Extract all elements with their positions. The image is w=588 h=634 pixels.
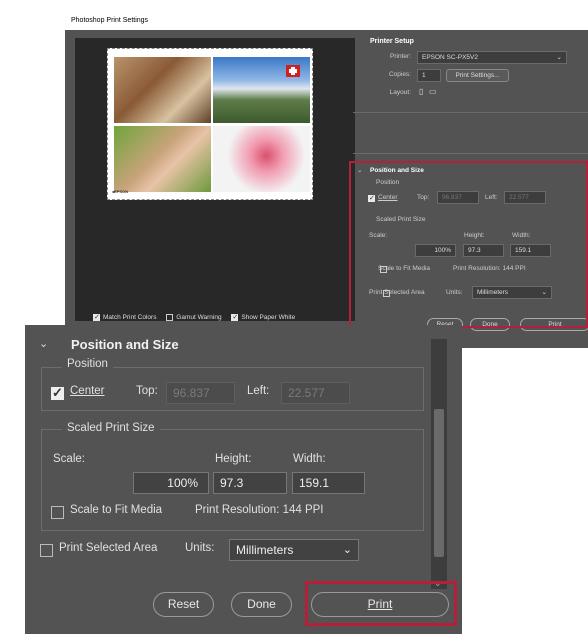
height-input[interactable]: 97.3 bbox=[213, 472, 287, 494]
center-checkbox[interactable] bbox=[51, 385, 64, 401]
printer-value: EPSON SC-PX5V2 bbox=[422, 54, 478, 61]
preview-options: Match Print Colors Gamut Warning Show Pa… bbox=[93, 313, 296, 322]
gamut-warning-label: Gamut Warning bbox=[176, 314, 222, 322]
scale-label: Scale: bbox=[53, 453, 85, 465]
chevron-down-icon: ⌄ bbox=[556, 54, 562, 61]
window-title: Photoshop Print Settings bbox=[65, 12, 588, 30]
top-label: Top: bbox=[136, 385, 158, 397]
gamut-warning-checkbox[interactable] bbox=[166, 314, 174, 321]
printer-label: Printer: bbox=[390, 53, 411, 60]
epson-logo-icon: ◂EPSON bbox=[112, 189, 129, 194]
width-label: Width: bbox=[293, 453, 326, 465]
print-selected-area-label: Print Selected Area bbox=[59, 542, 158, 554]
height-label: Height: bbox=[215, 453, 252, 465]
portrait-layout-icon[interactable]: ▯ bbox=[419, 87, 423, 96]
copies-label: Copies: bbox=[388, 71, 411, 78]
left-label: Left: bbox=[247, 385, 270, 397]
position-and-size-heading: Position and Size bbox=[71, 337, 179, 352]
reset-button[interactable]: Reset bbox=[153, 592, 214, 617]
left-input: 22.577 bbox=[281, 382, 350, 404]
highlight-box-small bbox=[349, 161, 588, 328]
copies-input[interactable]: 1 bbox=[417, 69, 441, 82]
photo-children bbox=[114, 126, 211, 192]
print-preview-area: ◂EPSON bbox=[75, 38, 355, 321]
paper-preview: ◂EPSON bbox=[107, 48, 313, 200]
scale-input[interactable]: 100% bbox=[133, 472, 209, 494]
printer-setup-heading: Printer Setup bbox=[370, 38, 414, 45]
highlight-box-print bbox=[305, 581, 457, 626]
panel-divider bbox=[353, 112, 588, 154]
swiss-flag-icon bbox=[286, 65, 300, 77]
center-label: Center bbox=[70, 385, 105, 397]
top-input: 96.837 bbox=[166, 382, 235, 404]
printer-select[interactable]: EPSON SC-PX5V2 ⌄ bbox=[417, 51, 567, 64]
done-button[interactable]: Done bbox=[231, 592, 292, 617]
photo-flowers bbox=[213, 126, 310, 192]
scale-to-fit-label: Scale to Fit Media bbox=[70, 504, 163, 516]
width-input[interactable]: 159.1 bbox=[292, 472, 365, 494]
units-value: Millimeters bbox=[236, 543, 294, 557]
match-print-colors-label: Match Print Colors bbox=[103, 314, 157, 322]
units-label: Units: bbox=[185, 542, 215, 554]
photo-food bbox=[114, 57, 211, 123]
position-label: Position bbox=[62, 358, 113, 370]
units-select[interactable]: Millimeters ⌄ bbox=[229, 539, 359, 561]
landscape-layout-icon[interactable]: ▭ bbox=[429, 87, 437, 96]
photo-mountain bbox=[213, 57, 310, 123]
chevron-down-icon: ⌄ bbox=[342, 544, 352, 556]
paper-footer: ◂EPSON bbox=[112, 189, 308, 197]
scale-to-fit-checkbox[interactable] bbox=[51, 506, 64, 519]
match-print-colors-checkbox[interactable] bbox=[93, 313, 100, 321]
show-paper-white-checkbox[interactable] bbox=[231, 313, 239, 321]
print-settings-button[interactable]: Print Settings... bbox=[446, 69, 509, 82]
scrollbar-thumb[interactable] bbox=[434, 409, 444, 557]
print-selected-area-checkbox[interactable] bbox=[40, 544, 53, 557]
layout-label: Layout: bbox=[389, 89, 411, 96]
chevron-down-icon[interactable]: ⌄ bbox=[39, 337, 48, 350]
print-resolution: Print Resolution: 144 PPI bbox=[195, 504, 324, 516]
scaled-print-size-label: Scaled Print Size bbox=[62, 422, 160, 434]
scrollbar[interactable]: ⌄ bbox=[431, 339, 447, 589]
show-paper-white-label: Show Paper White bbox=[241, 314, 296, 322]
